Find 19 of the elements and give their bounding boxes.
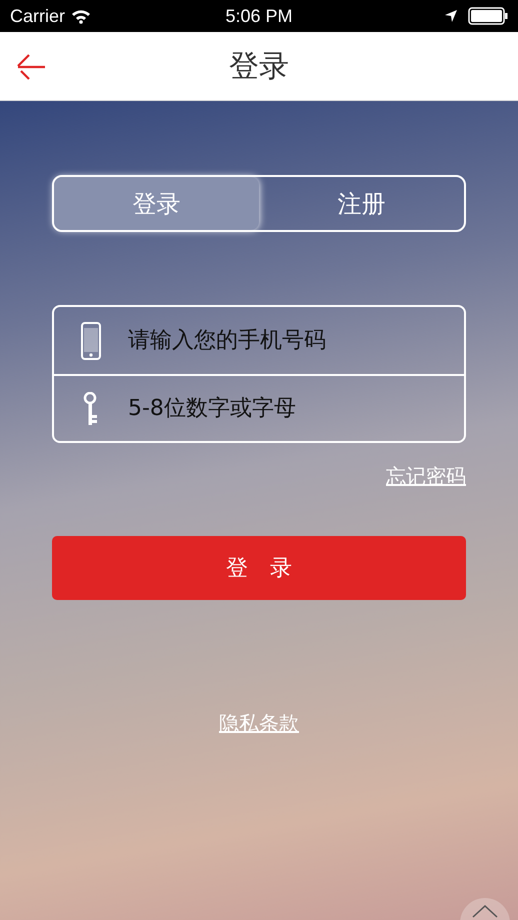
password-field[interactable]: 5-8位数字或字母 [52,374,466,443]
input-text[interactable]: 5-8位数字或字母 [128,376,464,441]
carrier-label: Carrier [10,4,66,28]
input-text[interactable]: 请输入您的手机号码 [128,307,464,374]
tab[interactable]: 注册 [259,177,464,230]
location-icon [444,9,458,23]
key-icon [83,392,99,426]
page-title: 登录 [229,48,289,86]
privacy-link[interactable]: 隐私条款 [219,708,299,738]
tab[interactable]: 登录 [54,177,259,230]
clock: 5:06 PM [225,4,293,28]
back-arrow-icon [15,52,47,82]
wifi-icon [71,8,92,24]
forgot-password-link[interactable]: 忘记密码 [386,461,466,491]
phone-icon [81,322,101,360]
battery-icon [468,7,508,25]
caret-up-icon [472,904,498,918]
phone-field[interactable]: 请输入您的手机号码 [52,305,466,374]
login-button[interactable]: 登 录 [52,536,466,600]
